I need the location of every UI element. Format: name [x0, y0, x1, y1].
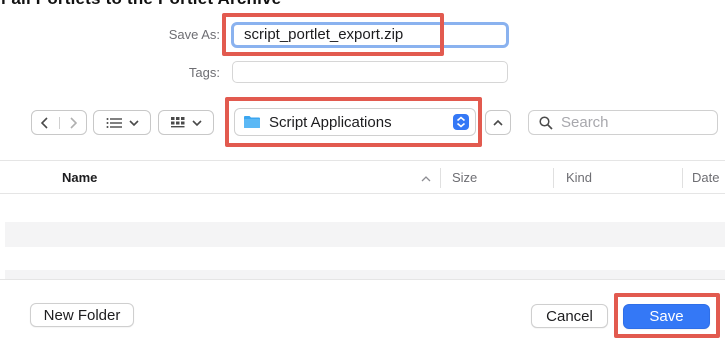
cancel-button[interactable]: Cancel [531, 304, 608, 328]
location-popup[interactable]: Script Applications [234, 108, 476, 136]
collapse-button[interactable] [485, 110, 511, 135]
up-down-stepper-icon [453, 114, 469, 130]
new-folder-button[interactable]: New Folder [30, 303, 134, 327]
filename-input[interactable]: script_portlet_export.zip [231, 22, 509, 48]
location-label: Script Applications [269, 113, 392, 131]
sort-ascending-icon [421, 176, 431, 182]
column-header-date[interactable]: Date [692, 170, 719, 185]
nav-buttons [31, 110, 87, 135]
search-placeholder: Search [561, 114, 609, 131]
list-top-divider [0, 160, 725, 161]
back-button[interactable] [32, 116, 59, 129]
grid-view-button[interactable] [158, 110, 214, 135]
column-separator [553, 168, 554, 188]
search-icon [539, 115, 553, 130]
forward-button[interactable] [58, 116, 87, 129]
clipped-heading-text: of all Portlets to the Portlet Archive [0, 0, 281, 9]
tags-label: Tags: [188, 65, 220, 80]
list-row [5, 222, 725, 247]
folder-icon [244, 116, 260, 128]
search-field[interactable]: Search [528, 110, 718, 135]
list-bottom-divider [0, 279, 725, 280]
chevron-up-icon [493, 119, 503, 126]
save-button[interactable]: Save [623, 304, 710, 329]
column-header-size[interactable]: Size [452, 170, 477, 185]
list-row [5, 270, 725, 279]
column-header-name[interactable]: Name [62, 170, 97, 185]
chevron-down-icon [191, 119, 202, 126]
chevron-down-icon [128, 119, 139, 126]
save-as-label: Save As: [168, 27, 220, 42]
list-view-icon [106, 117, 122, 128]
chevron-right-icon [70, 116, 77, 129]
chevron-left-icon [41, 116, 48, 129]
list-view-button[interactable] [93, 110, 151, 135]
column-separator [682, 168, 683, 188]
column-separator [440, 168, 441, 188]
grid-view-icon [170, 116, 184, 127]
header-bottom-divider [0, 193, 725, 194]
tags-input[interactable] [232, 61, 508, 83]
column-header-kind[interactable]: Kind [566, 170, 592, 185]
